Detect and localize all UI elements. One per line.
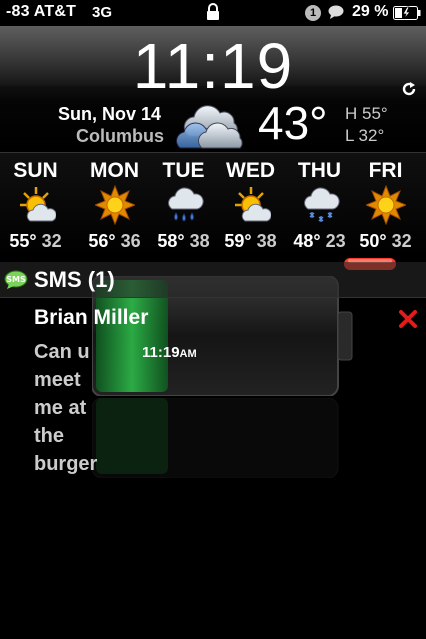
- battery-charging-icon: [393, 6, 421, 20]
- forecast-temps: 48° 23: [284, 231, 355, 252]
- clock-time: 11:19: [132, 30, 294, 102]
- status-bar: -83 AT&T 3G 1 29 %: [0, 0, 426, 26]
- cloudy-icon: [176, 105, 243, 149]
- sms-body-line: meet: [34, 369, 81, 391]
- sun-icon: [365, 185, 406, 225]
- forecast-high: 56°: [88, 231, 116, 251]
- forecast-low: 38: [189, 231, 210, 251]
- forecast-temps: 59° 38: [215, 231, 286, 252]
- forecast-day-name: MON: [90, 159, 139, 182]
- battery-percent: 29 %: [352, 3, 389, 20]
- sms-time-ampm: AM: [179, 348, 197, 360]
- sun-cloud-icon: [19, 187, 56, 222]
- sms-message-body[interactable]: Can u meet me at the burger: [34, 338, 134, 478]
- weather-city: Columbus: [76, 126, 164, 146]
- sms-time-value: 11:19: [142, 344, 180, 361]
- sms-icon: SMS: [4, 270, 28, 289]
- forecast-high: 59°: [224, 231, 252, 251]
- forecast-high: 55°: [9, 231, 37, 251]
- forecast-day: WED 59° 38: [215, 153, 286, 252]
- sun-icon: [94, 185, 135, 225]
- forecast-temps: 55° 32: [0, 231, 71, 252]
- forecast-day-name: THU: [297, 159, 342, 182]
- sms-time: 11:19AM: [142, 344, 197, 361]
- lock-icon: [207, 3, 219, 20]
- network-type: 3G: [92, 4, 113, 21]
- forecast-low: 38: [256, 231, 277, 251]
- rain-icon: [167, 187, 204, 222]
- current-temperature: 43°: [258, 97, 328, 149]
- forecast-day-name: WED: [226, 159, 275, 182]
- forecast-row: SUN 55° 32 MON 56° 36 TUE 58° 38 WED 59°…: [0, 152, 426, 256]
- forecast-day: FRI 50° 32: [350, 153, 421, 252]
- forecast-day: SUN 55° 32: [0, 153, 71, 252]
- snow-icon: [303, 187, 340, 222]
- forecast-low: 36: [120, 231, 141, 251]
- forecast-day: MON 56° 36: [79, 153, 150, 252]
- forecast-high: 48°: [293, 231, 321, 251]
- sun-cloud-icon: [234, 187, 271, 222]
- forecast-temps: 58° 38: [148, 231, 219, 252]
- notification-badge-icon: 1: [305, 5, 321, 21]
- sms-body-line: burger: [34, 453, 98, 475]
- refresh-icon[interactable]: [401, 81, 417, 97]
- forecast-day: THU 48° 23: [284, 153, 355, 252]
- chat-bubble-icon: [328, 5, 344, 19]
- forecast-day: TUE 58° 38: [148, 153, 219, 252]
- low-temperature: L 32°: [345, 126, 385, 145]
- forecast-temps: 50° 32: [350, 231, 421, 252]
- close-icon[interactable]: [399, 309, 417, 329]
- forecast-day-name: TUE: [162, 159, 205, 182]
- forecast-high: 50°: [359, 231, 387, 251]
- carrier-signal: -83 AT&T: [6, 3, 77, 20]
- sms-body-line: Can u: [34, 341, 90, 363]
- sms-sender[interactable]: Brian Miller: [34, 306, 148, 330]
- weather-date: Sun, Nov 14: [58, 104, 162, 124]
- sms-body-line: the: [34, 425, 64, 447]
- sms-header[interactable]: SMS SMS (1): [0, 262, 426, 298]
- forecast-day-name: FRI: [368, 159, 403, 182]
- sms-title: SMS (1): [34, 267, 115, 292]
- forecast-day-name: SUN: [13, 159, 58, 182]
- svg-text:SMS: SMS: [6, 275, 26, 284]
- forecast-low: 32: [391, 231, 412, 251]
- forecast-low: 32: [41, 231, 62, 251]
- forecast-temps: 56° 36: [79, 231, 150, 252]
- forecast-high: 58°: [157, 231, 185, 251]
- high-temperature: H 55°: [345, 104, 388, 123]
- sms-body-line: me at: [34, 397, 87, 419]
- forecast-low: 23: [325, 231, 346, 251]
- clock-weather-panel: 11:19 Sun, Nov 14 Columbus 43° H 55° L 3…: [0, 26, 426, 152]
